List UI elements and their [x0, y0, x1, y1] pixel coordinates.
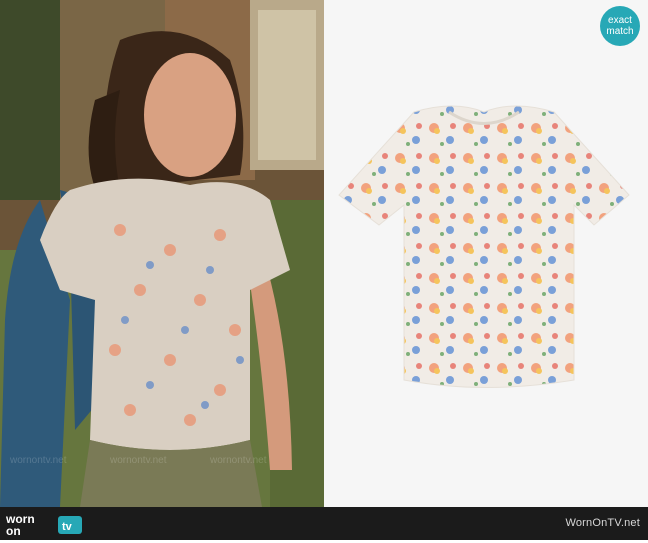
logo-word-tv: tv [62, 521, 73, 533]
scene-illustration [0, 0, 324, 507]
watermark: wornontv.net [210, 455, 267, 466]
logo-word-on: on [6, 524, 21, 538]
watermark: wornontv.net [10, 455, 67, 466]
watermark: wornontv.net [110, 455, 167, 466]
footer-bar: worn on tv WornOnTV.net [0, 507, 648, 540]
product-tee-illustration [338, 105, 630, 388]
badge-line1: exact [608, 15, 632, 26]
wornontv-logo: worn on tv [4, 509, 84, 538]
scene-photo: wornontv.net wornontv.net wornontv.net [0, 0, 324, 507]
site-name[interactable]: WornOnTV.net [565, 517, 640, 529]
product-photo: exact match [324, 0, 648, 507]
exact-match-badge: exact match [600, 6, 640, 46]
badge-line2: match [606, 26, 634, 37]
